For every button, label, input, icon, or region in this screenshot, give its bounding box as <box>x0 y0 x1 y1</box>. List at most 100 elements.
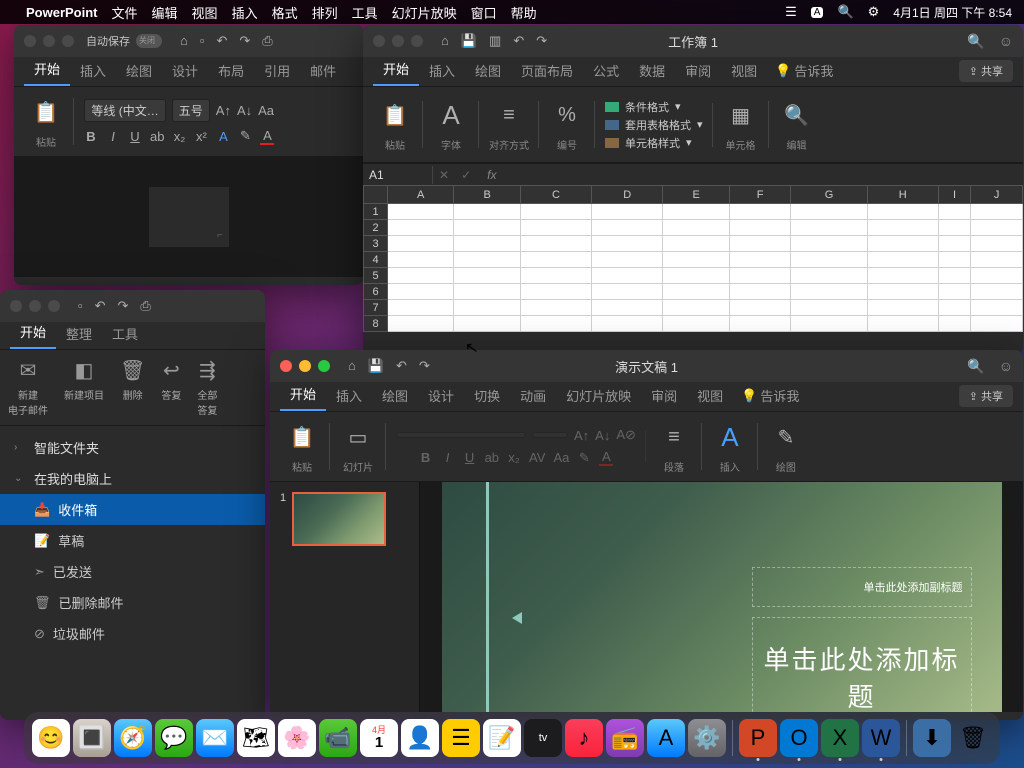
strike-button[interactable]: ab <box>485 450 499 465</box>
save-icon[interactable]: ▫ <box>78 298 83 314</box>
tab-insert[interactable]: 插入 <box>70 55 116 86</box>
italic-button[interactable]: I <box>441 450 455 465</box>
dock-calendar[interactable]: 4月1 <box>360 719 398 757</box>
text-effect-icon[interactable]: A <box>216 129 230 144</box>
tab-view[interactable]: 视图 <box>721 55 767 86</box>
traffic-lights[interactable] <box>24 35 74 47</box>
font-name-select[interactable] <box>396 432 526 438</box>
control-center-icon[interactable]: ⚙ <box>868 4 880 20</box>
paragraph-icon[interactable]: ≡ <box>656 419 692 455</box>
new-slide-icon[interactable]: ▭ <box>340 419 376 455</box>
tab-layout[interactable]: 页面布局 <box>511 55 583 86</box>
reply-all-button[interactable]: ⇶全部 答复 <box>197 358 217 417</box>
delete-button[interactable]: 🗑删除 <box>120 358 145 417</box>
folder-deleted[interactable]: 🗑已删除邮件 <box>0 587 265 618</box>
home-icon[interactable]: ⌂ <box>180 33 188 49</box>
tab-mailings[interactable]: 邮件 <box>300 55 346 86</box>
share-button[interactable]: ⇪ 共享 <box>959 385 1013 407</box>
reply-button[interactable]: ↩答复 <box>161 358 181 417</box>
document-canvas[interactable] <box>14 157 364 277</box>
redo-icon[interactable]: ↷ <box>536 33 547 49</box>
dock-outlook[interactable]: O <box>780 719 818 757</box>
tab-view[interactable]: 视图 <box>687 380 733 411</box>
undo-icon[interactable]: ↶ <box>95 298 106 314</box>
number-icon[interactable]: % <box>549 97 585 133</box>
redo-icon[interactable]: ↷ <box>419 358 430 374</box>
dock-maps[interactable]: 🗺 <box>237 719 275 757</box>
tab-tools[interactable]: 工具 <box>102 318 148 349</box>
tab-review[interactable]: 审阅 <box>675 55 721 86</box>
menu-insert[interactable]: 插入 <box>232 3 258 22</box>
slide-thumbnail-1[interactable]: 1 <box>280 492 409 546</box>
traffic-lights[interactable] <box>280 360 330 372</box>
dock-word[interactable]: W <box>862 719 900 757</box>
traffic-lights[interactable] <box>10 300 60 312</box>
tab-draw[interactable]: 绘图 <box>372 380 418 411</box>
undo-icon[interactable]: ↶ <box>216 33 227 49</box>
tab-data[interactable]: 数据 <box>629 55 675 86</box>
tell-me[interactable]: 💡告诉我 <box>733 380 807 411</box>
font-icon[interactable]: A <box>433 97 469 133</box>
new-icon[interactable]: ▥ <box>489 33 501 49</box>
cancel-icon[interactable]: ✕ <box>433 168 455 182</box>
tab-home[interactable]: 开始 <box>373 53 419 86</box>
dock-music[interactable]: ♪ <box>565 719 603 757</box>
subscript-button[interactable]: x₂ <box>172 129 186 144</box>
tab-organize[interactable]: 整理 <box>56 318 102 349</box>
undo-icon[interactable]: ↶ <box>513 33 524 49</box>
clear-format-icon[interactable]: Aa <box>258 103 274 118</box>
local-folders[interactable]: ⌄在我的电脑上 <box>0 463 265 494</box>
bold-button[interactable]: B <box>84 129 98 144</box>
traffic-lights[interactable] <box>373 35 423 47</box>
dock-launchpad[interactable]: 🔳 <box>73 719 111 757</box>
print-icon[interactable]: ⎙ <box>262 33 272 49</box>
menu-edit[interactable]: 编辑 <box>152 3 178 22</box>
insert-icon[interactable]: A <box>712 419 748 455</box>
sub-button[interactable]: x₂ <box>507 450 521 465</box>
font-size-select[interactable]: 五号 <box>172 99 210 122</box>
folder-drafts[interactable]: 📝草稿 <box>0 525 265 556</box>
dock-messages[interactable]: 💬 <box>155 719 193 757</box>
save-icon[interactable]: 💾 <box>461 33 477 49</box>
dock-podcasts[interactable]: 📻 <box>606 719 644 757</box>
menubar-clock[interactable]: 4月1日 周四 下午 8:54 <box>893 4 1012 21</box>
menu-format[interactable]: 格式 <box>272 3 298 22</box>
font-name-select[interactable]: 等线 (中文… <box>84 99 165 122</box>
menu-slideshow[interactable]: 幻灯片放映 <box>392 3 457 22</box>
highlight-icon[interactable]: ✎ <box>238 128 252 144</box>
dock-downloads[interactable]: ⬇ <box>913 719 951 757</box>
slide-canvas[interactable]: 单击此处添加副标题 单击此处添加标题 <box>420 482 1023 712</box>
menu-arrange[interactable]: 排列 <box>312 3 338 22</box>
subtitle-placeholder[interactable]: 单击此处添加副标题 <box>752 567 972 607</box>
ime-icon[interactable]: A <box>811 7 824 18</box>
name-box[interactable]: A1 <box>363 166 433 184</box>
new-email-button[interactable]: ✉新建 电子邮件 <box>8 358 48 417</box>
highlight-button[interactable]: ✎ <box>577 450 591 466</box>
smart-folders[interactable]: ›智能文件夹 <box>0 432 265 463</box>
cells-icon[interactable]: ▦ <box>723 97 759 133</box>
tab-design[interactable]: 设计 <box>162 55 208 86</box>
dock-notes[interactable]: 📝 <box>483 719 521 757</box>
tab-slideshow[interactable]: 幻灯片放映 <box>556 380 641 411</box>
tab-layout[interactable]: 布局 <box>208 55 254 86</box>
menu-view[interactable]: 视图 <box>192 3 218 22</box>
bold-button[interactable]: B <box>419 450 433 465</box>
paste-icon[interactable]: 📋 <box>284 419 320 455</box>
font-color-icon[interactable]: A <box>260 128 274 145</box>
dock-trash[interactable]: 🗑 <box>954 719 992 757</box>
dock-tv[interactable]: tv <box>524 719 562 757</box>
new-item-button[interactable]: ◧新建项目 <box>64 358 104 417</box>
grow-font-icon[interactable]: A↑ <box>574 428 589 443</box>
smiley-icon[interactable]: ☺ <box>999 358 1013 375</box>
home-icon[interactable]: ⌂ <box>348 358 356 374</box>
smiley-icon[interactable]: ☺ <box>999 33 1013 50</box>
tab-draw[interactable]: 绘图 <box>465 55 511 86</box>
search-icon[interactable]: 🔍 <box>967 358 984 375</box>
paste-icon[interactable]: 📋 <box>377 97 413 133</box>
menu-file[interactable]: 文件 <box>112 3 138 22</box>
search-icon[interactable]: 🔍 <box>967 33 984 50</box>
edit-icon[interactable]: 🔍 <box>779 97 815 133</box>
underline-button[interactable]: U <box>463 450 477 465</box>
shrink-font-icon[interactable]: A↓ <box>237 103 252 118</box>
save-icon[interactable]: ▫ <box>200 33 205 49</box>
